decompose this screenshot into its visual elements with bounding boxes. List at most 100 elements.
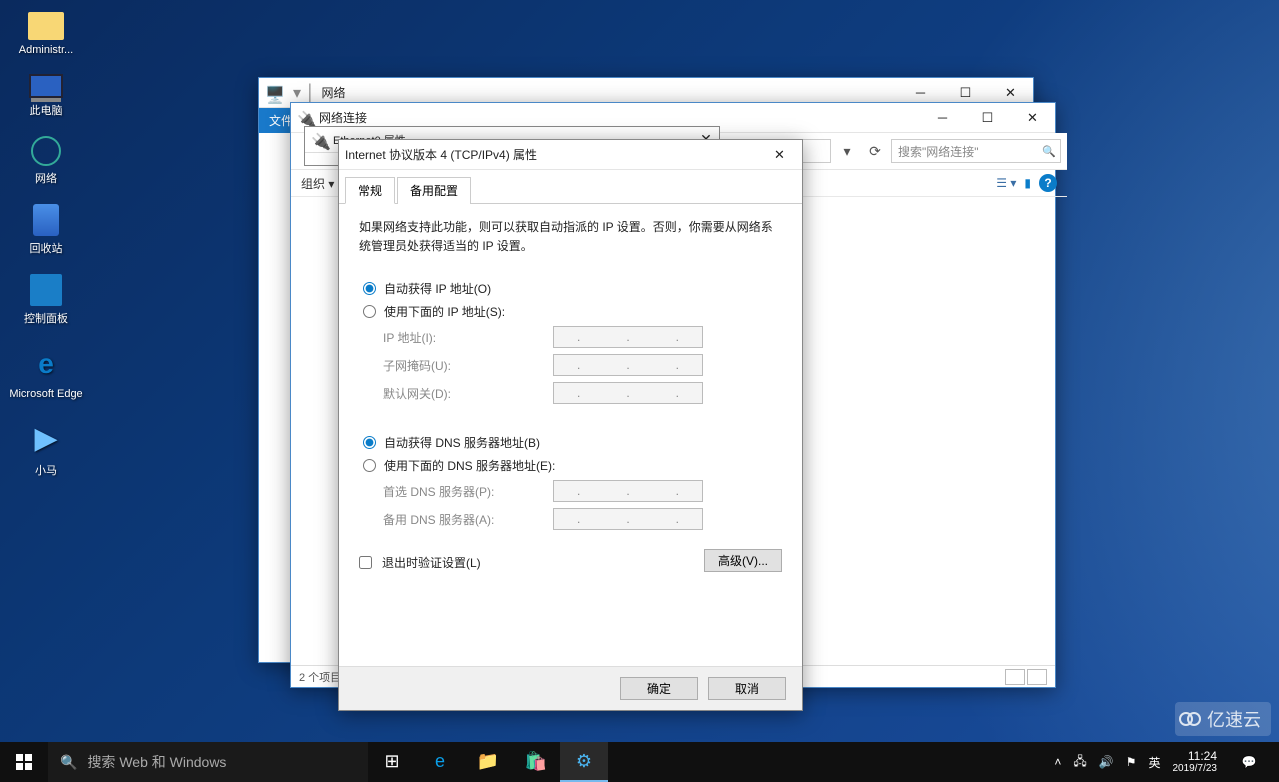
help-button[interactable]: ? xyxy=(1039,174,1057,192)
maximize-button[interactable]: ☐ xyxy=(965,103,1010,132)
network-icon xyxy=(31,136,61,166)
start-button[interactable] xyxy=(0,742,48,782)
radio-label: 使用下面的 DNS 服务器地址(E): xyxy=(384,457,555,474)
tray-flag-icon[interactable]: ⚑ xyxy=(1126,755,1137,769)
field-alternate-dns: 备用 DNS 服务器(A):... xyxy=(383,508,778,530)
window-icon: 🖥️ xyxy=(265,85,281,101)
dialog-title: Internet 协议版本 4 (TCP/IPv4) 属性 xyxy=(345,146,757,163)
taskbar-edge[interactable]: e xyxy=(416,742,464,782)
field-label: 默认网关(D): xyxy=(383,385,553,402)
watermark-logo-icon xyxy=(1185,712,1201,726)
item-count: 2 xyxy=(299,672,305,684)
titlebar[interactable]: Internet 协议版本 4 (TCP/IPv4) 属性 ✕ xyxy=(339,140,802,170)
taskbar-search[interactable]: 🔍 搜索 Web 和 Windows xyxy=(48,742,368,782)
field-label: 子网掩码(U): xyxy=(383,357,553,374)
tab-general[interactable]: 常规 xyxy=(345,177,395,204)
tray-volume-icon[interactable]: 🔊 xyxy=(1099,755,1114,769)
tray-chevron-up-icon[interactable]: ˄ xyxy=(1054,755,1061,769)
ip-input: ... xyxy=(553,382,703,404)
icon-label: Administr... xyxy=(19,44,73,56)
taskbar-clock[interactable]: 11:24 2019/7/23 xyxy=(1173,749,1218,775)
ok-button[interactable]: 确定 xyxy=(620,677,698,700)
minimize-button[interactable]: ─ xyxy=(920,103,965,132)
dialog-footer: 确定 取消 xyxy=(339,666,802,710)
radio-label: 自动获得 IP 地址(O) xyxy=(384,280,491,297)
ip-input: ... xyxy=(553,354,703,376)
edge-icon: e xyxy=(26,344,66,384)
watermark-text: 亿速云 xyxy=(1207,706,1261,732)
field-default-gateway: 默认网关(D):... xyxy=(383,382,778,404)
checkbox-label: 退出时验证设置(L) xyxy=(382,554,481,571)
recycle-bin-icon xyxy=(33,204,59,236)
refresh-button[interactable]: ⟳ xyxy=(863,139,887,163)
field-subnet-mask: 子网掩码(U):... xyxy=(383,354,778,376)
search-placeholder: 搜索"网络连接" xyxy=(898,145,979,159)
advanced-button[interactable]: 高级(V)... xyxy=(704,549,782,572)
radio-manual-ip[interactable]: 使用下面的 IP 地址(S): xyxy=(363,303,778,320)
taskbar-pinned-apps: ⊞ e 📁 🛍️ ⚙ xyxy=(368,742,608,782)
watermark: 亿速云 xyxy=(1175,702,1271,736)
field-preferred-dns: 首选 DNS 服务器(P):... xyxy=(383,480,778,502)
view-details-button[interactable] xyxy=(1005,669,1025,685)
tray-network-icon[interactable]: 🖧 xyxy=(1073,752,1086,773)
radio-auto-dns[interactable]: 自动获得 DNS 服务器地址(B) xyxy=(363,434,778,451)
network-conn-icon: 🔌 xyxy=(297,110,313,126)
taskbar-control-panel[interactable]: ⚙ xyxy=(560,742,608,782)
cancel-button[interactable]: 取消 xyxy=(708,677,786,700)
search-placeholder: 搜索 Web 和 Windows xyxy=(87,752,226,772)
radio-label: 使用下面的 IP 地址(S): xyxy=(384,303,505,320)
tab-alternate[interactable]: 备用配置 xyxy=(397,177,471,204)
description-text: 如果网络支持此功能，则可以获取自动指派的 IP 设置。否则，你需要从网络系统管理… xyxy=(359,218,782,256)
desktop-icon-recycle-bin[interactable]: 回收站 xyxy=(8,204,84,256)
system-tray: ˄ 🖧 🔊 ⚑ 英 11:24 2019/7/23 💬 xyxy=(1044,742,1279,782)
close-button[interactable]: ✕ xyxy=(757,140,802,169)
task-view-button[interactable]: ⊞ xyxy=(368,742,416,782)
view-dropdown-icon[interactable]: ☰ ▾ xyxy=(996,176,1016,190)
windows-logo-icon xyxy=(16,754,32,770)
tray-ime-indicator[interactable]: 英 xyxy=(1148,754,1160,771)
nav-dropdown-icon[interactable]: ▾ xyxy=(835,139,859,163)
control-panel-icon xyxy=(30,274,62,306)
preview-pane-icon[interactable]: ▮ xyxy=(1024,176,1031,190)
ip-input: ... xyxy=(553,508,703,530)
adapter-icon: 🔌 xyxy=(311,132,327,148)
icon-label: 网络 xyxy=(35,173,57,185)
search-input[interactable]: 搜索"网络连接" xyxy=(891,139,1061,163)
action-center-button[interactable]: 💬 xyxy=(1229,742,1269,782)
clock-time: 11:24 xyxy=(1173,749,1218,763)
field-label: IP 地址(I): xyxy=(383,329,553,346)
window-title: 网络连接 xyxy=(319,109,920,126)
clock-date: 2019/7/23 xyxy=(1173,763,1218,775)
radio-auto-ip[interactable]: 自动获得 IP 地址(O) xyxy=(363,280,778,297)
taskbar-store[interactable]: 🛍️ xyxy=(512,742,560,782)
taskbar-file-explorer[interactable]: 📁 xyxy=(464,742,512,782)
dialog-ipv4-properties: Internet 协议版本 4 (TCP/IPv4) 属性 ✕ 常规 备用配置 … xyxy=(338,139,803,711)
ip-input: ... xyxy=(553,480,703,502)
view-icons-button[interactable] xyxy=(1027,669,1047,685)
field-label: 备用 DNS 服务器(A): xyxy=(383,511,553,528)
window-title: 网络 xyxy=(321,84,898,101)
radio-label: 自动获得 DNS 服务器地址(B) xyxy=(384,434,540,451)
icon-label: 回收站 xyxy=(30,243,63,255)
icon-label: 小马 xyxy=(35,465,57,477)
desktop-icon-control-panel[interactable]: 控制面板 xyxy=(8,274,84,326)
tab-strip: 常规 备用配置 xyxy=(339,170,802,204)
desktop-icon-xiaoma[interactable]: ▶ 小马 xyxy=(8,418,84,478)
dns-settings-group: 自动获得 DNS 服务器地址(B) 使用下面的 DNS 服务器地址(E): 首选… xyxy=(359,428,782,542)
desktop-icon-microsoft-edge[interactable]: eMicrosoft Edge xyxy=(8,344,84,400)
desktop-icon-this-pc[interactable]: 此电脑 xyxy=(8,74,84,118)
ip-input: ... xyxy=(553,326,703,348)
app-icon: ▶ xyxy=(26,418,66,458)
taskbar: 🔍 搜索 Web 和 Windows ⊞ e 📁 🛍️ ⚙ ˄ 🖧 🔊 ⚑ 英 … xyxy=(0,742,1279,782)
search-icon: 🔍 xyxy=(60,754,77,771)
icon-label: 此电脑 xyxy=(30,105,63,117)
field-label: 首选 DNS 服务器(P): xyxy=(383,483,553,500)
desktop-icon-administrator[interactable]: Administr... xyxy=(8,12,84,56)
toolbar-label: 组织 ▾ xyxy=(301,175,334,192)
desktop-icon-network[interactable]: 网络 xyxy=(8,136,84,186)
radio-manual-dns[interactable]: 使用下面的 DNS 服务器地址(E): xyxy=(363,457,778,474)
pc-icon xyxy=(29,74,63,98)
folder-icon xyxy=(28,12,64,40)
field-ip-address: IP 地址(I):... xyxy=(383,326,778,348)
close-button[interactable]: ✕ xyxy=(1010,103,1055,132)
